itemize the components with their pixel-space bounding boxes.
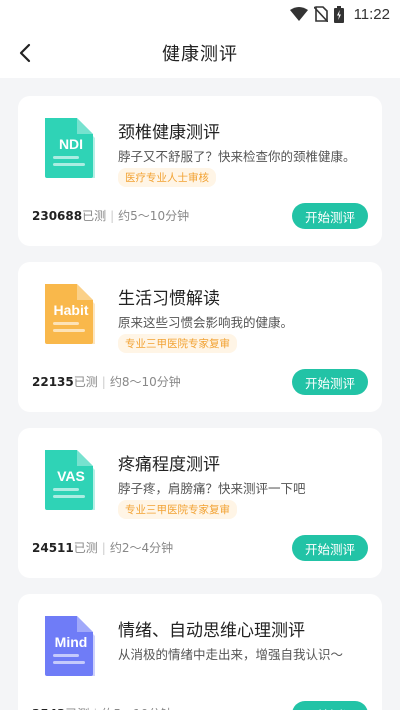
duration-text: 约2～4分钟 <box>109 541 174 555</box>
assessment-title: 情绪、自动思维心理测评 <box>118 621 305 641</box>
assessment-title: 疼痛程度测评 <box>118 455 220 475</box>
status-bar: 11:22 <box>0 0 400 28</box>
no-sim-icon <box>313 6 328 22</box>
assessment-stats: 24511已测 | 约2～4分钟 <box>32 539 173 556</box>
review-badge: 医疗专业人士审核 <box>118 168 216 187</box>
assessment-list: NDI 颈椎健康测评 脖子又不舒服了？快来检查你的颈椎健康。 医疗专业人士审核 … <box>0 78 400 710</box>
document-icon: Habit <box>43 282 99 348</box>
review-badge: 专业三甲医院专家复审 <box>118 334 237 353</box>
tested-suffix: 已测 <box>73 541 98 555</box>
start-assessment-button[interactable]: 开始测评 <box>292 203 368 229</box>
tested-count: 230688 <box>32 209 83 223</box>
tested-count: 22135 <box>32 375 74 389</box>
assessment-card[interactable]: VAS 疼痛程度测评 脖子疼，肩膀痛？快来测评一下吧 专业三甲医院专家复审 24… <box>18 428 382 578</box>
document-icon: NDI <box>43 116 99 182</box>
start-assessment-button[interactable]: 开始测评 <box>292 535 368 561</box>
stats-divider: | <box>101 375 106 389</box>
tested-count: 24511 <box>32 541 74 555</box>
document-icon-label: Habit <box>53 302 89 318</box>
assessment-title: 生活习惯解读 <box>118 289 220 309</box>
nav-bar: 健康测评 <box>0 28 400 78</box>
assessment-stats: 230688已测 | 约5～10分钟 <box>32 207 189 224</box>
duration-text: 约8～10分钟 <box>109 375 181 389</box>
start-assessment-button[interactable]: 开始测评 <box>292 701 368 710</box>
assessment-description: 从消极的情绪中走出来，增强自我认识～ <box>118 647 344 662</box>
assessment-description: 脖子又不舒服了？快来检查你的颈椎健康。 <box>118 149 356 164</box>
assessment-stats: 2543已测|约5～10分钟 <box>32 705 172 710</box>
wifi-icon <box>289 7 308 21</box>
page-title: 健康测评 <box>162 44 238 65</box>
start-assessment-button[interactable]: 开始测评 <box>292 369 368 395</box>
assessment-card[interactable]: Mind 情绪、自动思维心理测评 从消极的情绪中走出来，增强自我认识～ 2543… <box>18 594 382 710</box>
back-arrow-icon[interactable] <box>14 41 38 65</box>
battery-icon <box>333 5 344 23</box>
duration-text: 约5～10分钟 <box>118 209 190 223</box>
tested-suffix: 已测 <box>82 209 107 223</box>
stats-divider: | <box>101 541 106 555</box>
status-time: 11:22 <box>353 5 390 23</box>
assessment-card[interactable]: NDI 颈椎健康测评 脖子又不舒服了？快来检查你的颈椎健康。 医疗专业人士审核 … <box>18 96 382 246</box>
document-icon: Mind <box>43 614 99 680</box>
assessment-stats: 22135已测 | 约8～10分钟 <box>32 373 181 390</box>
document-icon-label: VAS <box>57 468 85 484</box>
tested-suffix: 已测 <box>73 375 98 389</box>
assessment-description: 原来这些习惯会影响我的健康。 <box>118 315 294 330</box>
assessment-description: 脖子疼，肩膀痛？快来测评一下吧 <box>118 481 306 496</box>
document-icon-label: NDI <box>58 136 84 152</box>
assessment-title: 颈椎健康测评 <box>118 123 220 143</box>
document-icon: VAS <box>43 448 99 514</box>
assessment-card[interactable]: Habit 生活习惯解读 原来这些习惯会影响我的健康。 专业三甲医院专家复审 2… <box>18 262 382 412</box>
review-badge: 专业三甲医院专家复审 <box>118 500 237 519</box>
stats-divider: | <box>110 209 115 223</box>
document-icon-label: Mind <box>54 634 88 650</box>
